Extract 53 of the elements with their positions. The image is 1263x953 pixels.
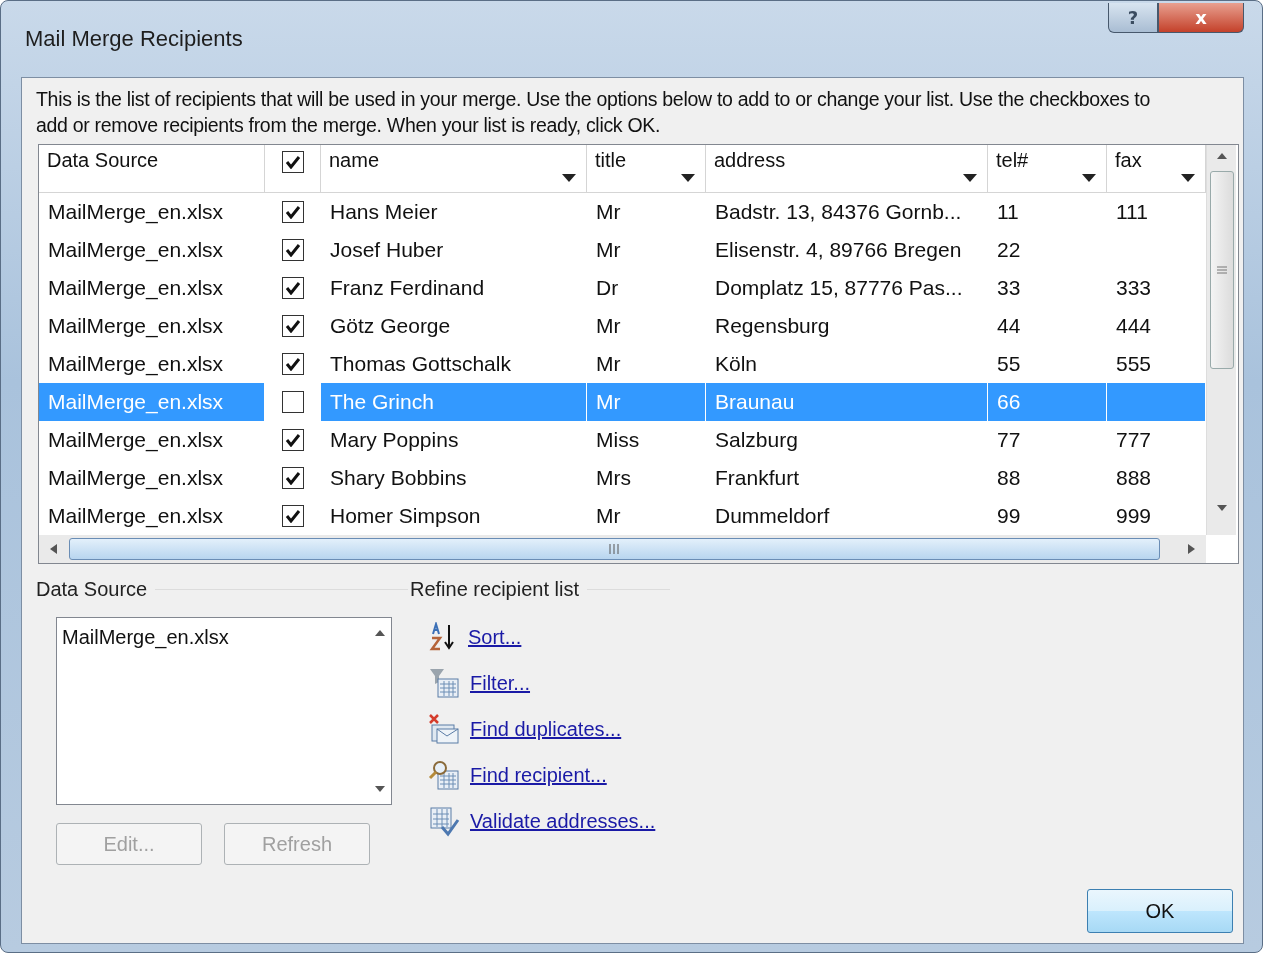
validate-icon — [428, 805, 460, 837]
close-button[interactable]: x — [1158, 3, 1244, 33]
intro-text: This is the list of recipients that will be used in your merge. Use the options below to add to or change your list. Use the checkboxes to add or remove recipients from the merge. When your list is ready, click OK. — [36, 87, 1152, 138]
column-header[interactable]: Data Source — [39, 145, 265, 193]
ok-button[interactable]: OK — [1087, 889, 1233, 933]
dropdown-arrow-icon[interactable] — [961, 172, 979, 183]
dropdown-arrow-icon[interactable] — [1179, 172, 1197, 183]
row-checkbox[interactable] — [282, 429, 304, 451]
header-checkbox[interactable] — [281, 151, 304, 173]
window-title: Mail Merge Recipients — [25, 26, 243, 52]
find-duplicates-icon — [428, 713, 460, 745]
column-header[interactable]: address — [706, 145, 988, 193]
row-checkbox[interactable] — [282, 277, 304, 299]
table-cell: 66 — [988, 383, 1107, 421]
dropdown-arrow-icon[interactable] — [560, 172, 578, 183]
row-checkbox[interactable] — [282, 315, 304, 337]
column-header[interactable]: tel# — [988, 145, 1107, 193]
filter-icon — [428, 667, 460, 699]
vertical-scrollbar[interactable] — [1206, 145, 1236, 535]
row-checkbox[interactable] — [282, 239, 304, 261]
list-item[interactable]: MailMerge_en.xlsx — [57, 618, 234, 657]
action-link[interactable]: Validate addresses... — [470, 809, 656, 833]
dropdown-arrow-icon[interactable] — [1080, 172, 1098, 183]
action-link[interactable]: Filter... — [470, 671, 530, 695]
row-checkbox[interactable] — [282, 391, 304, 413]
table-cell: Braunau — [706, 383, 988, 421]
scroll-down-icon[interactable] — [374, 784, 386, 794]
table-cell: The Grinch — [321, 383, 587, 421]
data-source-list[interactable]: MailMerge_en.xlsx — [56, 617, 392, 805]
scroll-thumb[interactable] — [69, 538, 1160, 560]
find-recipient-icon — [428, 759, 460, 791]
scroll-down-icon[interactable] — [1215, 503, 1228, 513]
action-link[interactable]: Sort... — [468, 625, 522, 649]
row-checkbox[interactable] — [282, 201, 304, 223]
column-header[interactable]: name — [321, 145, 587, 193]
section-label: Refine recipient list — [410, 578, 579, 601]
help-button[interactable]: ? — [1108, 3, 1158, 33]
dropdown-arrow-icon[interactable] — [679, 172, 697, 183]
scroll-up-icon[interactable] — [374, 628, 386, 638]
section-label: Data Source — [36, 578, 148, 601]
scroll-right-icon[interactable] — [1185, 544, 1197, 554]
row-checkbox[interactable] — [282, 353, 304, 375]
scroll-thumb[interactable] — [1209, 171, 1234, 369]
action-link[interactable]: Find recipient... — [470, 763, 607, 787]
table-cell: Mr — [587, 383, 706, 421]
action-link[interactable]: Find duplicates... — [470, 717, 622, 741]
row-checkbox[interactable] — [282, 505, 304, 527]
row-checkbox[interactable] — [282, 467, 304, 489]
column-header[interactable]: title — [587, 145, 706, 193]
horizontal-scrollbar[interactable] — [39, 535, 1206, 563]
scroll-left-icon[interactable] — [48, 544, 60, 554]
scroll-up-icon[interactable] — [1215, 151, 1228, 161]
column-header[interactable]: fax — [1107, 145, 1206, 193]
